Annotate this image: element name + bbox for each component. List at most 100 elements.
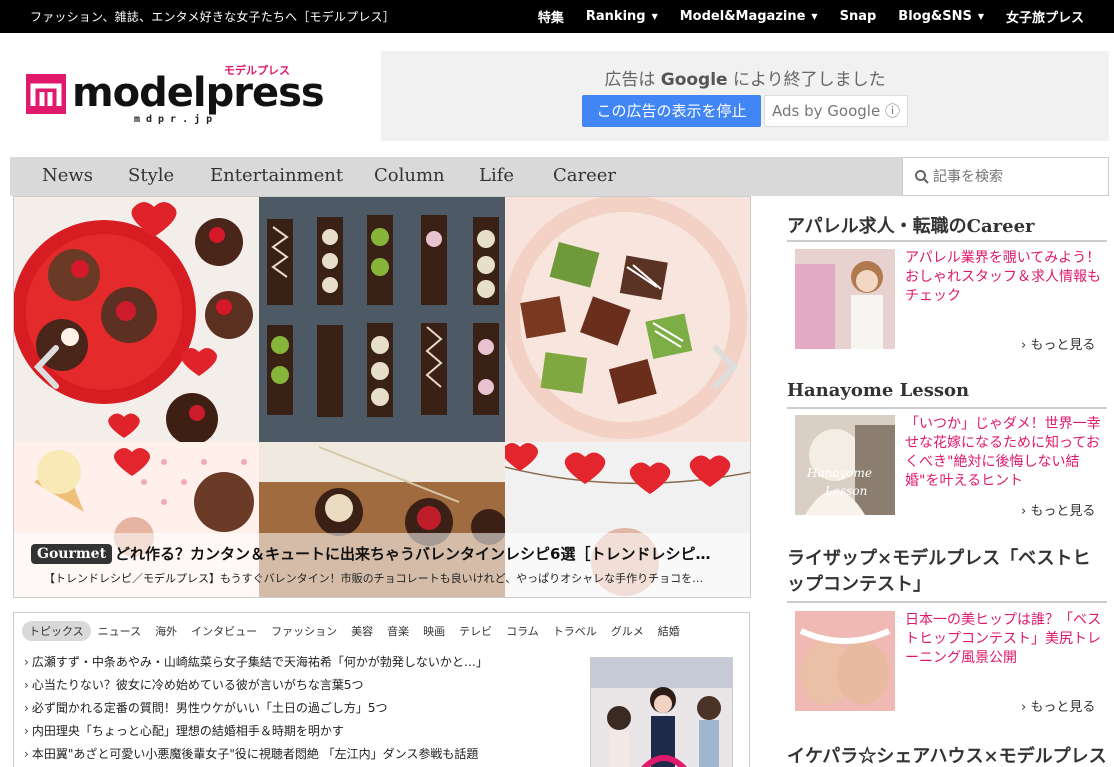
top-nav-blog-sns[interactable]: Blog&SNS ▼ bbox=[898, 9, 984, 24]
tab-gourmet[interactable]: グルメ bbox=[604, 621, 651, 641]
nav-life[interactable]: Life bbox=[479, 165, 514, 186]
ad-status-text: 広告は Google により終了しました bbox=[381, 65, 1109, 90]
nav-entertainment[interactable]: Entertainment bbox=[210, 165, 343, 186]
more-link-label: もっと見る bbox=[1030, 504, 1096, 519]
top-nav-label: Model&Magazine bbox=[679, 9, 806, 24]
tab-fashion[interactable]: ファッション bbox=[264, 621, 344, 641]
top-nav-snap[interactable]: Snap bbox=[840, 9, 877, 24]
more-link-label: もっと見る bbox=[1030, 700, 1096, 715]
top-nav-label: Ranking bbox=[585, 9, 646, 24]
nav-career[interactable]: Career bbox=[553, 165, 616, 186]
sidebar-thumbnail[interactable]: Hanayome Lesson bbox=[795, 415, 895, 515]
topic-list: › 広瀬すず・中条あやみ・山崎紘菜ら女子集結で天海祐希「何かが勃発しないかと…」 … bbox=[24, 653, 488, 767]
more-link-label: もっと見る bbox=[1030, 338, 1096, 353]
ad-banner: 広告は Google により終了しました この広告の表示を停止 Ads by G… bbox=[381, 51, 1109, 141]
ad-title-brand: Google bbox=[660, 70, 728, 90]
top-nav-joshitabi[interactable]: 女子旅プレス bbox=[1006, 7, 1084, 26]
more-link[interactable]: › もっと見る bbox=[1021, 696, 1095, 715]
tab-column[interactable]: コラム bbox=[499, 621, 546, 641]
logo-mark-icon bbox=[26, 74, 66, 114]
topic-item-label: 内田理央「ちょっと心配」理想の結婚相手＆時期を明かす bbox=[31, 724, 344, 738]
sidebar-section-title[interactable]: イケパラ☆シェアハウス×モデルプレス bbox=[787, 742, 1107, 767]
section-divider bbox=[787, 407, 1107, 409]
nav-news[interactable]: News bbox=[42, 165, 93, 186]
main-nav: News Style Entertainment Column Life Car… bbox=[10, 157, 1109, 196]
tab-news[interactable]: ニュース bbox=[91, 621, 148, 641]
topic-item[interactable]: › 内田理央「ちょっと心配」理想の結婚相手＆時期を明かす bbox=[24, 722, 488, 745]
tab-wedding[interactable]: 結婚 bbox=[651, 621, 687, 641]
chevron-right-icon: › bbox=[24, 747, 29, 761]
top-nav: 特集 Ranking ▼ Model&Magazine ▼ Snap Blog&SN… bbox=[538, 0, 1084, 33]
topic-item[interactable]: › 本田翼"あざと可愛い小悪魔後輩女子"役に視聴者悶絶 「左江内」ダンス参戦も話題 bbox=[24, 745, 488, 767]
section-divider bbox=[787, 240, 1107, 242]
chevron-right-icon: › bbox=[24, 678, 29, 692]
caret-down-icon: ▼ bbox=[977, 12, 984, 21]
nav-style[interactable]: Style bbox=[128, 165, 174, 186]
sidebar-thumbnail[interactable] bbox=[795, 249, 895, 349]
hero-image-tile bbox=[505, 197, 750, 442]
tab-overseas[interactable]: 海外 bbox=[148, 621, 184, 641]
sidebar-article-link[interactable]: アパレル業界を覗いてみよう！おしゃれスタッフ＆求人情報もチェック bbox=[905, 249, 1103, 306]
category-badge: Gourmet bbox=[31, 544, 113, 564]
site-logo[interactable]: modelpress モデルプレス mdpr.jp bbox=[26, 62, 325, 132]
carousel-prev-icon[interactable] bbox=[28, 342, 68, 392]
topic-item[interactable]: › 心当たりない？彼女に冷め始めている彼が言いがちな言葉5つ bbox=[24, 676, 488, 699]
ad-title-post: により終了しました bbox=[732, 70, 886, 90]
search-input[interactable] bbox=[933, 166, 1103, 188]
sidebar-section-title[interactable]: アパレル求人・転職のCareer bbox=[787, 212, 1035, 238]
hero-title[interactable]: どれ作る？カンタン＆キュートに出来ちゃうバレンタインレシピ6選［トレンドレシピ… bbox=[115, 543, 745, 564]
caret-down-icon: ▼ bbox=[811, 12, 818, 21]
svg-text:Lesson: Lesson bbox=[824, 484, 867, 498]
hero-description: 【トレンドレシピ／モデルプレス】もうすぐバレンタイン！市販のチョコレートも良いけ… bbox=[44, 572, 704, 585]
sidebar-section-title[interactable]: ライザップ×モデルプレス「ベストヒップコンテスト」 bbox=[787, 546, 1107, 598]
topic-item-label: 広瀬すず・中条あやみ・山崎紘菜ら女子集結で天海祐希「何かが勃発しないかと…」 bbox=[31, 655, 488, 669]
hero-image-tile bbox=[259, 197, 505, 442]
tab-beauty[interactable]: 美容 bbox=[344, 621, 380, 641]
tab-movie[interactable]: 映画 bbox=[416, 621, 452, 641]
topic-item[interactable]: › 必ず聞かれる定番の質問！男性ウケがいい「土日の過ごし方」5つ bbox=[24, 699, 488, 722]
top-nav-label: Blog&SNS bbox=[898, 9, 972, 24]
top-bar: ファッション、雑誌、エンタメ好きな女子たちへ［モデルプレス］ 特集 Rankin… bbox=[0, 0, 1114, 33]
topic-item-label: 必ず聞かれる定番の質問！男性ウケがいい「土日の過ごし方」5つ bbox=[31, 701, 388, 715]
hero-caption[interactable]: Gourmet どれ作る？カンタン＆キュートに出来ちゃうバレンタインレシピ6選［… bbox=[14, 533, 750, 597]
top-nav-ranking[interactable]: Ranking ▼ bbox=[586, 9, 658, 24]
caret-down-icon: ▼ bbox=[651, 12, 658, 21]
sidebar-article-link[interactable]: 日本一の美ヒップは誰？「ベストヒップコンテスト」美尻トレーニング風景公開 bbox=[905, 611, 1103, 668]
ad-title-pre: 広告は bbox=[604, 70, 656, 90]
chevron-right-icon: › bbox=[24, 655, 29, 669]
hero-carousel[interactable]: Gourmet どれ作る？カンタン＆キュートに出来ちゃうバレンタインレシピ6選［… bbox=[13, 196, 751, 598]
stop-ad-button[interactable]: この広告の表示を停止 bbox=[582, 95, 761, 127]
more-link[interactable]: › もっと見る bbox=[1021, 500, 1095, 519]
top-nav-label: Snap bbox=[839, 9, 877, 24]
topic-item[interactable]: › 広瀬すず・中条あやみ・山崎紘菜ら女子集結で天海祐希「何かが勃発しないかと…」 bbox=[24, 653, 488, 676]
nav-column[interactable]: Column bbox=[374, 165, 445, 186]
topic-tabs: トピックス ニュース 海外 インタビュー ファッション 美容 音楽 映画 テレビ… bbox=[22, 621, 687, 641]
section-divider bbox=[787, 601, 1107, 603]
tab-interview[interactable]: インタビュー bbox=[184, 621, 264, 641]
tab-topics[interactable]: トピックス bbox=[22, 621, 91, 641]
more-link[interactable]: › もっと見る bbox=[1021, 334, 1095, 353]
logo-domain: mdpr.jp bbox=[134, 114, 219, 125]
top-nav-feature[interactable]: 特集 bbox=[538, 7, 564, 26]
tab-travel[interactable]: トラベル bbox=[546, 621, 604, 641]
chevron-right-icon: › bbox=[24, 724, 29, 738]
tab-tv[interactable]: テレビ bbox=[452, 621, 499, 641]
sidebar-section-title[interactable]: Hanayome Lesson bbox=[787, 380, 969, 401]
hero-image-tile bbox=[14, 197, 259, 442]
site-tagline: ファッション、雑誌、エンタメ好きな女子たちへ［モデルプレス］ bbox=[30, 10, 395, 24]
search-box bbox=[902, 157, 1109, 196]
chevron-right-icon: › bbox=[24, 701, 29, 715]
search-icon bbox=[915, 170, 929, 184]
sidebar-article-link[interactable]: 「いつか」じゃダメ！世界一幸せな花嫁になるために知っておくべき"絶対に後悔しない… bbox=[905, 415, 1103, 491]
top-nav-model-magazine[interactable]: Model&Magazine ▼ bbox=[680, 9, 818, 24]
top-nav-label: 特集 bbox=[537, 11, 564, 26]
topic-item-label: 心当たりない？彼女に冷め始めている彼が言いがちな言葉5つ bbox=[31, 678, 364, 692]
logo-subtitle: モデルプレス bbox=[224, 64, 290, 77]
ads-by-google-button[interactable]: Ads by Google ⓘ bbox=[764, 95, 908, 127]
tab-music[interactable]: 音楽 bbox=[380, 621, 416, 641]
carousel-next-icon[interactable] bbox=[704, 342, 744, 392]
svg-text:Hanayome: Hanayome bbox=[806, 466, 872, 480]
sidebar-thumbnail[interactable] bbox=[795, 611, 895, 711]
topic-thumbnail[interactable] bbox=[590, 657, 733, 767]
topic-item-label: 本田翼"あざと可愛い小悪魔後輩女子"役に視聴者悶絶 「左江内」ダンス参戦も話題 bbox=[31, 747, 479, 761]
